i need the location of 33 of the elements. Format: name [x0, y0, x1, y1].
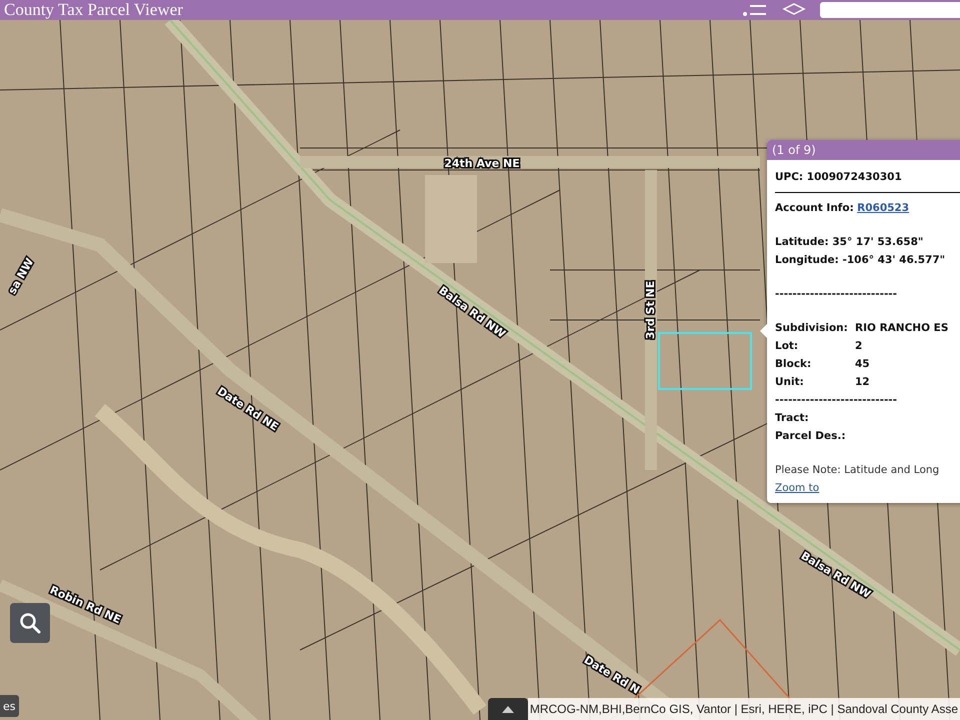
app-title: County Tax Parcel Viewer — [4, 0, 183, 20]
attribution-text: MRCOG-NM,BHI,BernCo GIS, Vantor | Esri, HERE, iPC | Sandoval County Asse — [528, 698, 960, 720]
note-text: Please Note: Latitude and Long — [775, 463, 940, 478]
road-label: 24th Ave NE — [444, 157, 520, 170]
longitude-text: Longitude: -106° 43' 46.577" — [775, 253, 946, 268]
dashed-divider: ---------------------------- — [775, 393, 898, 408]
road-label: sa NW — [6, 256, 36, 296]
field-value: 45 — [855, 357, 870, 372]
latitude-text: Latitude: 35° 17' 53.658" — [775, 235, 924, 250]
expand-button[interactable] — [488, 698, 528, 720]
layers-button[interactable]: es — [0, 695, 18, 717]
field-label: Block: — [775, 357, 812, 372]
field-value: RIO RANCHO ES — [855, 321, 948, 336]
field-label: Unit: — [775, 375, 805, 390]
dashed-divider: ---------------------------- — [775, 287, 898, 302]
search-field[interactable] — [820, 2, 960, 18]
search-button[interactable] — [10, 603, 50, 643]
field-value: 2 — [855, 339, 862, 354]
search-icon — [19, 612, 41, 634]
parcel-description-label: Parcel Des.: — [775, 429, 847, 444]
field-label: Subdivision: — [775, 321, 849, 336]
caret-up-icon — [502, 706, 514, 712]
account-label: Account Info: — [775, 202, 854, 214]
popup-counter: (1 of 9) — [772, 143, 816, 157]
upc-text: UPC: 1009072430301 — [775, 170, 903, 185]
field-value: 12 — [855, 375, 870, 390]
zoom-to-link[interactable]: Zoom to — [775, 479, 820, 497]
account-link[interactable]: R060523 — [857, 202, 910, 214]
road-label: 3rd St NE — [644, 280, 657, 340]
field-label: Lot: — [775, 339, 800, 354]
tract-label: Tract: — [775, 411, 810, 426]
layers-icon[interactable] — [782, 3, 806, 17]
list-icon[interactable] — [742, 3, 768, 17]
